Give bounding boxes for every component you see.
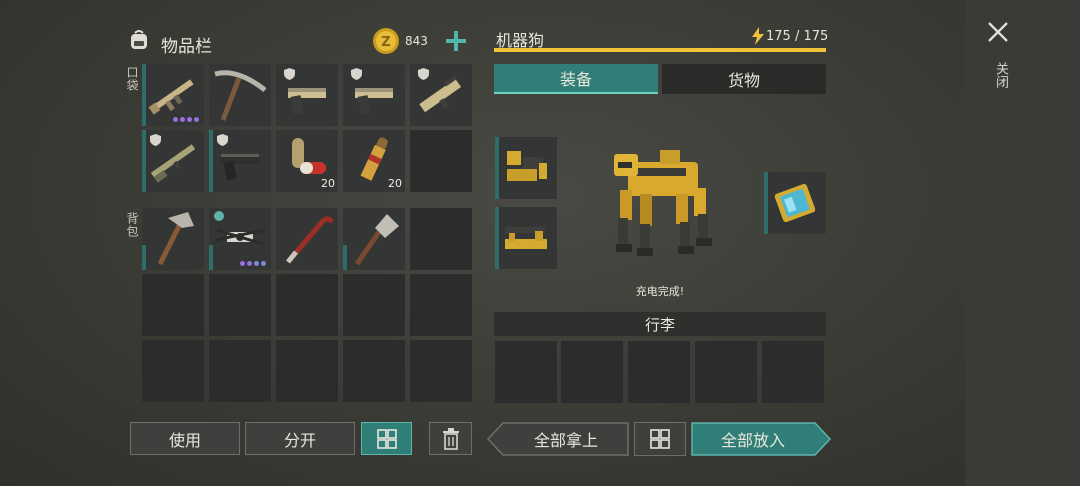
robot-sort-button[interactable]	[634, 422, 686, 456]
robot-frame-icon	[505, 227, 547, 249]
inventory-slot-empty[interactable]	[410, 208, 472, 270]
inventory-slot-empty[interactable]	[276, 340, 338, 402]
put-all-button[interactable]: 全部放入	[691, 422, 832, 456]
energy-bar-fill	[494, 48, 826, 52]
luggage-slot[interactable]	[762, 341, 824, 403]
use-button[interactable]: 使用	[130, 422, 240, 455]
backpack-icon	[127, 28, 151, 52]
split-button[interactable]: 分开	[245, 422, 355, 455]
inventory-slot-assault-rifle[interactable]	[142, 64, 204, 126]
pickaxe-icon	[214, 70, 267, 121]
close-icon	[988, 22, 1008, 42]
equipment-slot-module-1[interactable]	[495, 137, 557, 199]
charging-status: 充电完成!	[635, 285, 685, 298]
pocket-label: 口袋	[125, 66, 139, 92]
grid-sort-icon	[650, 429, 670, 449]
inventory-slot-hatchet[interactable]	[142, 208, 204, 270]
luggage-label: 行李	[644, 315, 675, 334]
inventory-slot-empty[interactable]	[209, 340, 271, 402]
inventory-title: 物品栏	[161, 37, 212, 57]
put-all-label: 全部放入	[720, 431, 785, 450]
trash-icon	[442, 427, 459, 450]
pistol-icon	[355, 88, 393, 115]
inventory-slot-pills[interactable]: 20	[276, 130, 338, 192]
battery-cell-icon	[774, 183, 816, 223]
inventory-slot-empty[interactable]	[276, 274, 338, 336]
luggage-slot[interactable]	[695, 341, 757, 403]
sort-button[interactable]	[361, 422, 412, 455]
robot-dog-image	[600, 140, 720, 265]
coin-count: 843	[405, 34, 428, 48]
inventory-slot-shotgun[interactable]	[142, 130, 204, 192]
inventory-slot-drone[interactable]	[209, 208, 271, 270]
inventory-slot-empty[interactable]	[142, 274, 204, 336]
backpack-label: 背包	[125, 212, 139, 238]
inventory-slot-pickaxe[interactable]	[209, 64, 271, 126]
inventory-slot-empty[interactable]	[343, 340, 405, 402]
energy-bar	[494, 48, 826, 52]
luggage-header: 行李	[494, 312, 826, 336]
rarity-dots	[240, 261, 266, 266]
inventory-slot-empty[interactable]	[410, 340, 472, 402]
svg-text:Z: Z	[381, 35, 390, 50]
inventory-slot-pistol-1[interactable]	[276, 64, 338, 126]
grid-sort-icon	[376, 428, 397, 449]
inventory-slot-pistol-3[interactable]	[209, 130, 271, 192]
inventory-slot-crowbar[interactable]	[276, 208, 338, 270]
item-quantity: 20	[321, 177, 335, 190]
right-side-panel	[965, 0, 1080, 486]
inventory-slot-shovel[interactable]	[343, 208, 405, 270]
luggage-slot[interactable]	[561, 341, 623, 403]
inventory-slot-bullpup-rifle[interactable]	[410, 64, 472, 126]
energy-readout: 175 / 175	[766, 29, 829, 44]
bullpup-rifle-icon	[419, 75, 462, 113]
luggage-slot[interactable]	[628, 341, 690, 403]
pistol-icon	[221, 154, 259, 181]
luggage-slot[interactable]	[495, 341, 557, 403]
equipment-slot-battery[interactable]	[764, 172, 826, 234]
shotgun-icon	[150, 144, 196, 183]
add-coins-button[interactable]	[444, 29, 468, 53]
inventory-slot-pistol-2[interactable]	[343, 64, 405, 126]
coin-icon: Z	[372, 27, 400, 55]
item-quantity: 20	[388, 177, 402, 190]
hatchet-icon	[157, 212, 194, 266]
pistol-icon	[288, 88, 326, 115]
inventory-slot-empty[interactable]	[410, 274, 472, 336]
discard-button[interactable]	[429, 422, 472, 455]
inventory-slot-empty[interactable]	[410, 130, 472, 192]
close-label: 关闭	[993, 62, 1008, 88]
inventory-slot-empty[interactable]	[343, 274, 405, 336]
tab-cargo[interactable]: 货物	[662, 64, 826, 94]
tab-equipment[interactable]: 装备	[494, 64, 658, 94]
take-all-button[interactable]: 全部拿上	[487, 422, 629, 456]
robot-module-icon	[507, 151, 547, 181]
close-button[interactable]: 关闭	[986, 20, 1010, 100]
equipment-slot-module-2[interactable]	[495, 207, 557, 269]
lightning-icon	[752, 27, 764, 45]
inventory-slot-empty[interactable]	[142, 340, 204, 402]
take-all-label: 全部拿上	[533, 431, 598, 450]
inventory-slot-empty[interactable]	[209, 274, 271, 336]
shovel-icon	[354, 214, 399, 266]
crowbar-icon	[286, 216, 335, 264]
rarity-dots	[173, 117, 199, 122]
inventory-slot-ammo[interactable]: 20	[343, 130, 405, 192]
